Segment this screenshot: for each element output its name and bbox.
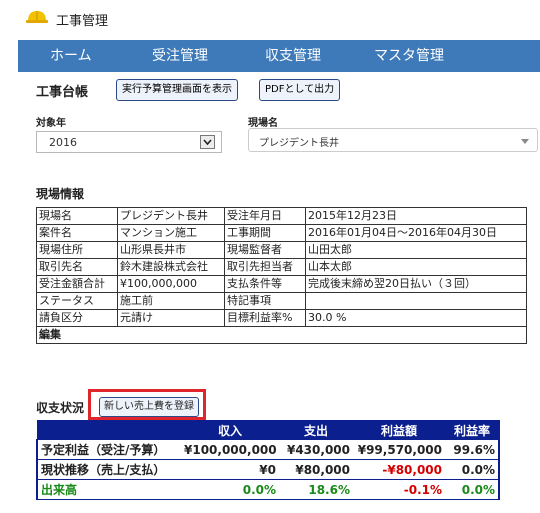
site-value: プレジデント長井	[259, 138, 339, 149]
info-value: 山田太郎	[305, 241, 527, 259]
info-value: 鈴木建設株式会社	[117, 258, 225, 276]
info-value: 2015年12月23日	[305, 207, 527, 225]
app-title: 工事管理	[56, 14, 109, 29]
pl-header-expense: 支出	[278, 420, 354, 440]
info-value	[305, 292, 527, 310]
site-select[interactable]: プレジデント長井	[248, 128, 538, 152]
info-key: ステータス	[36, 292, 118, 310]
site-info-title: 現場情報	[36, 187, 85, 201]
new-sales-button[interactable]: 新しい売上費を登録	[99, 397, 199, 417]
table-row: 出来高 0.0% 18.6% -0.1% 0.0%	[36, 479, 500, 500]
info-key: 現場住所	[36, 241, 118, 259]
info-value: 山形県長井市	[117, 241, 225, 259]
info-key: 受注年月日	[224, 207, 306, 225]
info-value: 施工前	[117, 292, 225, 310]
nav-finance[interactable]: 収支管理	[265, 40, 321, 72]
pl-cell: 18.6%	[279, 479, 353, 500]
info-key: 案件名	[36, 224, 118, 242]
info-key: 取引先担当者	[224, 258, 306, 276]
info-key: 現場監督者	[224, 241, 306, 259]
info-value: マンション施工	[117, 224, 225, 242]
pl-cell: 0.0%	[181, 479, 279, 500]
pl-cell: ¥0	[181, 459, 279, 480]
info-key: 工事期間	[224, 224, 306, 242]
site-info-table: 現場名 プレジデント長井 受注年月日 2015年12月23日 案件名 マンション…	[36, 207, 527, 344]
table-row: 取引先名 鈴木建設株式会社 取引先担当者 山本太郎	[36, 258, 527, 276]
edit-link[interactable]: 編集	[36, 326, 527, 344]
year-value: 2016	[49, 136, 77, 149]
dropdown-arrow-icon	[521, 139, 529, 144]
table-row: 編集	[36, 326, 527, 344]
pl-cell: -¥80,000	[353, 459, 445, 480]
pl-row-label: 現状推移（売上/支払）	[36, 459, 181, 480]
pl-header-margin: 利益率	[444, 420, 500, 440]
info-key: 目標利益率%	[224, 309, 306, 327]
site-label: 現場名	[248, 118, 278, 129]
pl-title: 収支状況	[36, 401, 85, 415]
pl-cell: ¥80,000	[279, 459, 353, 480]
pl-header-row: 収入 支出 利益額 利益率	[36, 420, 500, 440]
table-row: 案件名 マンション施工 工事期間 2016年01月04日～2016年04月30日	[36, 224, 527, 242]
table-row: 現場名 プレジデント長井 受注年月日 2015年12月23日	[36, 207, 527, 225]
page-title: 工事台帳	[36, 85, 89, 100]
nav-master[interactable]: マスタ管理	[374, 40, 444, 72]
table-row: ステータス 施工前 特記事項	[36, 292, 527, 310]
table-row: 現場住所 山形県長井市 現場監督者 山田太郎	[36, 241, 527, 259]
table-row: 請負区分 元請け 目標利益率% 30.0 %	[36, 309, 527, 327]
pl-header-profit: 利益額	[352, 420, 446, 440]
pl-row-label: 予定利益（受注/予算）	[36, 439, 181, 460]
info-key: 特記事項	[224, 292, 306, 310]
export-pdf-button[interactable]: PDFとして出力	[259, 79, 341, 101]
pl-header-income: 収入	[180, 420, 280, 440]
info-key: 取引先名	[36, 258, 118, 276]
info-value: 山本太郎	[305, 258, 527, 276]
pl-cell: 0.0%	[445, 459, 500, 480]
table-row: 現状推移（売上/支払） ¥0 ¥80,000 -¥80,000 0.0%	[36, 459, 500, 480]
table-row: 受注金額合計 ¥100,000,000 支払条件等 完成後末締め翌20日払い（３…	[36, 275, 527, 293]
info-value: 元請け	[117, 309, 225, 327]
year-select[interactable]: 2016	[36, 131, 222, 153]
main-nav: ホーム 受注管理 収支管理 マスタ管理	[18, 40, 540, 72]
table-row: 予定利益（受注/予算） ¥100,000,000 ¥430,000 ¥99,57…	[36, 439, 500, 460]
info-key: 請負区分	[36, 309, 118, 327]
info-value: プレジデント長井	[117, 207, 225, 225]
chevron-down-icon	[200, 135, 215, 149]
info-key: 受注金額合計	[36, 275, 118, 293]
pl-cell: -0.1%	[353, 479, 445, 500]
app-header: 工事管理	[0, 0, 540, 38]
helmet-icon	[26, 11, 48, 23]
info-value: ¥100,000,000	[117, 275, 225, 293]
info-value: 2016年01月04日～2016年04月30日	[305, 224, 527, 242]
show-budget-button[interactable]: 実行予算管理画面を表示	[116, 79, 238, 101]
pl-cell: ¥100,000,000	[181, 439, 279, 460]
info-value: 完成後末締め翌20日払い（３回）	[305, 275, 527, 293]
pl-cell: ¥99,570,000	[353, 439, 445, 460]
pl-table: 収入 支出 利益額 利益率 予定利益（受注/予算） ¥100,000,000 ¥…	[36, 420, 500, 500]
nav-home[interactable]: ホーム	[50, 40, 92, 72]
nav-orders[interactable]: 受注管理	[152, 40, 208, 72]
pl-header-blank	[36, 420, 182, 440]
pl-cell: 99.6%	[445, 439, 500, 460]
pl-cell: 0.0%	[445, 479, 500, 500]
info-key: 現場名	[36, 207, 118, 225]
year-label: 対象年	[36, 118, 66, 129]
info-value: 30.0 %	[305, 309, 527, 327]
info-key: 支払条件等	[224, 275, 306, 293]
pl-row-label: 出来高	[36, 479, 181, 500]
pl-cell: ¥430,000	[279, 439, 353, 460]
